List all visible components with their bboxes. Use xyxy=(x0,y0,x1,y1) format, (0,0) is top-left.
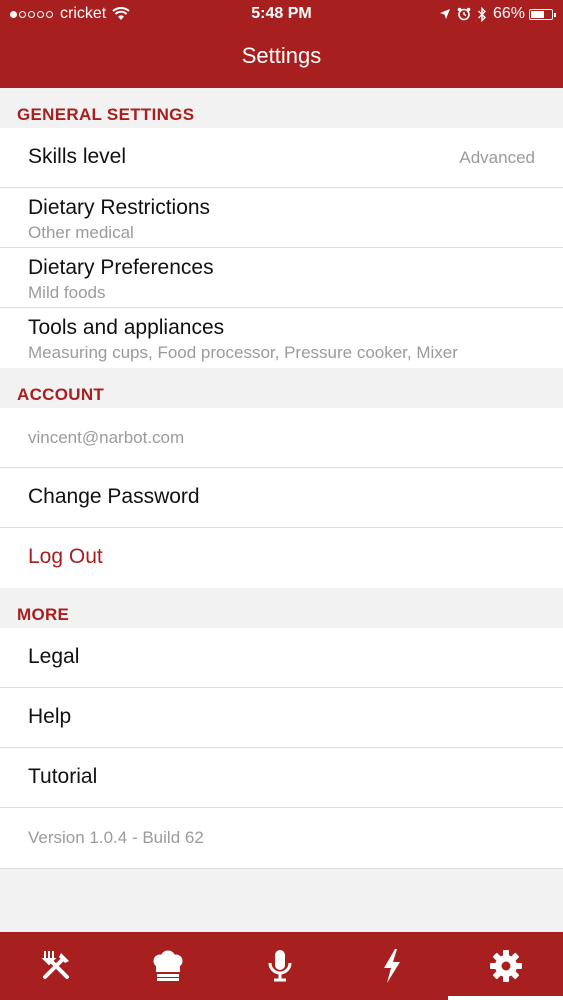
battery-icon xyxy=(529,8,556,20)
section-header-general: GENERAL SETTINGS xyxy=(17,105,195,124)
dietary-restrictions-row[interactable]: Dietary Restrictions Other medical xyxy=(0,188,563,248)
tools-appliances-value: Measuring cups, Food processor, Pressure… xyxy=(28,343,458,362)
skills-level-row[interactable]: Skills level Advanced xyxy=(0,128,563,188)
tab-quick[interactable] xyxy=(336,932,448,1000)
microphone-icon xyxy=(268,950,292,982)
logout-button[interactable]: Log Out xyxy=(0,528,563,588)
legal-row[interactable]: Legal xyxy=(0,628,563,688)
page-title: Settings xyxy=(241,43,322,68)
account-list: vincent@narbot.com Change Password Log O… xyxy=(0,408,563,588)
account-email-row: vincent@narbot.com xyxy=(0,408,563,468)
dietary-restrictions-label: Dietary Restrictions xyxy=(28,196,211,219)
help-row[interactable]: Help xyxy=(0,688,563,748)
lightning-icon xyxy=(384,949,400,983)
status-right: 66% xyxy=(439,5,556,23)
section-header-more: MORE xyxy=(17,605,70,624)
dietary-restrictions-value: Other medical xyxy=(28,223,134,242)
version-text: Version 1.0.4 - Build 62 xyxy=(28,828,204,847)
more-list: Legal Help Tutorial Version 1.0.4 - Buil… xyxy=(0,628,563,869)
location-arrow-icon xyxy=(439,9,450,19)
dietary-preferences-row[interactable]: Dietary Preferences Mild foods xyxy=(0,248,563,308)
dietary-preferences-value: Mild foods xyxy=(28,283,106,302)
skills-level-label: Skills level xyxy=(28,145,127,168)
dietary-preferences-label: Dietary Preferences xyxy=(28,256,214,279)
general-settings-list: Skills level Advanced Dietary Restrictio… xyxy=(0,128,563,368)
legal-label: Legal xyxy=(28,645,80,668)
tools-appliances-row[interactable]: Tools and appliances Measuring cups, Foo… xyxy=(0,308,563,368)
gear-icon xyxy=(489,950,522,982)
tab-settings[interactable] xyxy=(448,932,563,1000)
section-header-account: ACCOUNT xyxy=(17,385,105,404)
tools-appliances-label: Tools and appliances xyxy=(28,316,225,339)
logout-label: Log Out xyxy=(28,545,103,568)
skills-level-value: Advanced xyxy=(459,148,535,167)
tab-chef[interactable] xyxy=(112,932,224,1000)
battery-percent: 66% xyxy=(492,5,525,22)
change-password-row[interactable]: Change Password xyxy=(0,468,563,528)
bluetooth-icon xyxy=(477,6,486,22)
tab-bar xyxy=(0,932,563,1000)
version-row: Version 1.0.4 - Build 62 xyxy=(0,808,563,868)
tutorial-label: Tutorial xyxy=(28,765,98,788)
status-bar: cricket 5:48 PM 66% xyxy=(0,0,563,30)
account-email: vincent@narbot.com xyxy=(28,428,185,447)
tab-voice[interactable] xyxy=(224,932,336,1000)
fork-knife-icon xyxy=(41,951,69,979)
change-password-label: Change Password xyxy=(28,485,200,508)
alarm-icon xyxy=(457,7,471,21)
tutorial-row[interactable]: Tutorial xyxy=(0,748,563,808)
tab-recipes[interactable] xyxy=(0,932,112,1000)
chef-hat-icon xyxy=(153,950,183,981)
header: cricket 5:48 PM 66% Settings xyxy=(0,0,563,88)
help-label: Help xyxy=(28,705,72,728)
